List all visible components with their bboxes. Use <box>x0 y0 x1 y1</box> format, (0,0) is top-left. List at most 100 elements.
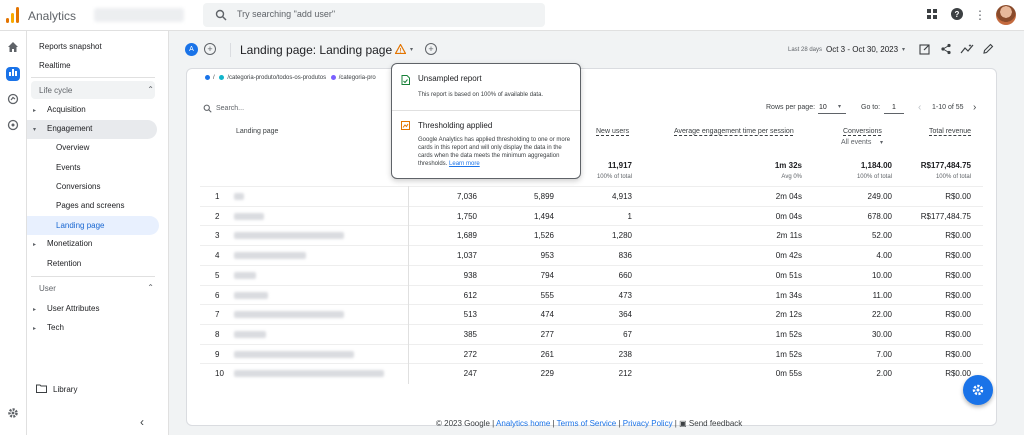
table-row[interactable]: 8 385 277 67 1m 52s 30.00 R$0.00 <box>200 323 983 343</box>
caret-right-icon[interactable]: ▸ <box>33 241 36 248</box>
table-row[interactable]: 2 1,750 1,494 1 0m 04s 678.00 R$177,484.75 <box>200 205 983 225</box>
nav-tech[interactable]: Tech <box>47 323 64 332</box>
conversions-filter[interactable]: All events <box>841 139 871 146</box>
insights-icon[interactable] <box>960 43 974 55</box>
advertising-icon[interactable] <box>6 119 20 133</box>
rows-per-page-select[interactable]: 10 <box>819 104 827 111</box>
conversions-filter-caret-icon[interactable]: ▾ <box>880 139 883 146</box>
legend-item[interactable]: /categoria-produto/todos-os-produtos <box>227 75 326 81</box>
search-input[interactable]: Try searching "add user" <box>203 3 545 27</box>
search-icon <box>215 9 227 21</box>
table-row[interactable]: 7 513 474 364 2m 12s 22.00 R$0.00 <box>200 304 983 323</box>
nav-overview[interactable]: Overview <box>56 143 89 152</box>
app-name: Analytics <box>28 9 77 23</box>
admin-gear-icon[interactable] <box>6 407 20 421</box>
chevron-up-icon[interactable]: ⌃ <box>147 85 154 94</box>
edit-pencil-icon[interactable] <box>982 43 994 55</box>
svg-text:!: ! <box>400 49 402 55</box>
footer-analytics-home[interactable]: Analytics home <box>496 419 550 428</box>
nav-reports-snapshot[interactable]: Reports snapshot <box>39 42 102 51</box>
explore-icon[interactable] <box>6 93 20 107</box>
footer-feedback[interactable]: Send feedback <box>689 419 742 428</box>
footer-privacy[interactable]: Privacy Policy <box>623 419 673 428</box>
cell-metric-b: 555 <box>540 290 554 300</box>
landing-page-cell-redacted[interactable] <box>234 232 344 240</box>
nav-conversions[interactable]: Conversions <box>56 182 100 191</box>
caret-right-icon[interactable]: ▸ <box>33 325 36 332</box>
cell-avg-engagement: 1m 52s <box>775 329 802 339</box>
col-header-revenue[interactable]: Total revenue <box>929 128 971 135</box>
table-row[interactable]: 5 938 794 660 0m 51s 10.00 R$0.00 <box>200 264 983 284</box>
nav-events[interactable]: Events <box>56 163 80 172</box>
landing-page-cell-redacted[interactable] <box>234 271 256 279</box>
row-index: 1 <box>215 192 220 201</box>
nav-landing-page[interactable]: Landing page <box>56 221 105 230</box>
help-icon[interactable]: ? <box>950 8 964 22</box>
nav-realtime[interactable]: Realtime <box>39 61 71 70</box>
footer-terms[interactable]: Terms of Service <box>557 419 617 428</box>
col-header-conversions[interactable]: Conversions <box>843 128 882 135</box>
add-card-icon[interactable]: + <box>425 43 437 55</box>
landing-page-cell-redacted[interactable] <box>234 330 266 338</box>
insights-fab-button[interactable] <box>963 375 993 405</box>
goto-input[interactable]: 1 <box>892 104 896 111</box>
table-row[interactable]: 10 247 229 212 0m 55s 2.00 R$0.00 <box>200 363 983 382</box>
comparison-avatar[interactable]: A <box>185 43 198 56</box>
nav-user-attributes[interactable]: User Attributes <box>47 304 99 313</box>
landing-page-cell-redacted[interactable] <box>234 193 244 200</box>
nav-monetization[interactable]: Monetization <box>47 239 92 248</box>
apps-grid-icon[interactable] <box>925 8 939 22</box>
cell-new-users: 660 <box>618 270 632 280</box>
unsampled-check-icon <box>401 75 410 87</box>
legend-item[interactable]: / <box>213 75 215 81</box>
share-icon[interactable] <box>940 43 952 55</box>
caret-right-icon[interactable]: ▸ <box>33 107 36 114</box>
table-row[interactable]: 3 1,689 1,526 1,280 2m 11s 52.00 R$0.00 <box>200 225 983 244</box>
nav-engagement[interactable]: Engagement <box>47 124 92 133</box>
prev-page-icon[interactable]: ‹ <box>918 102 921 113</box>
col-header-avg-engagement[interactable]: Average engagement time per session <box>674 128 794 135</box>
nav-retention[interactable]: Retention <box>47 259 81 268</box>
nav-library[interactable]: Library <box>53 385 77 394</box>
column-divider <box>408 186 409 384</box>
table-row[interactable]: 1 7,036 5,899 4,913 2m 04s 249.00 R$0.00 <box>200 186 983 205</box>
chevron-up-icon[interactable]: ⌃ <box>147 283 154 292</box>
table-row[interactable]: 9 272 261 238 1m 52s 7.00 R$0.00 <box>200 343 983 363</box>
landing-page-cell-redacted[interactable] <box>234 311 344 319</box>
landing-page-cell-redacted[interactable] <box>234 350 354 358</box>
collapse-chevron-icon[interactable]: ‹ <box>140 415 144 429</box>
cell-avg-engagement: 2m 11s <box>776 231 802 241</box>
landing-page-cell-redacted[interactable] <box>234 291 268 299</box>
user-avatar[interactable] <box>996 5 1016 25</box>
legend-item[interactable]: /categoria-pro <box>339 75 376 81</box>
table-search-input[interactable]: Search... <box>216 105 244 112</box>
home-icon[interactable] <box>6 41 20 55</box>
nav-pages-and-screens[interactable]: Pages and screens <box>56 201 125 210</box>
next-page-icon[interactable]: › <box>973 102 976 113</box>
table-row[interactable]: 6 612 555 473 1m 34s 11.00 R$0.00 <box>200 284 983 304</box>
warning-icon[interactable]: ! <box>394 43 407 56</box>
add-comparison-icon[interactable]: + <box>204 43 216 55</box>
caret-right-icon[interactable]: ▸ <box>33 306 36 313</box>
feedback-icon[interactable]: ▣ <box>679 419 687 428</box>
dropdown-caret-icon[interactable]: ▾ <box>410 46 413 53</box>
table-row[interactable]: 4 1,037 953 836 0m 42s 4.00 R$0.00 <box>200 245 983 264</box>
caret-down-icon[interactable]: ▾ <box>33 126 36 133</box>
rows-dropdown-icon[interactable]: ▾ <box>838 103 841 110</box>
landing-page-cell-redacted[interactable] <box>234 252 306 260</box>
nav-acquisition[interactable]: Acquisition <box>47 105 86 114</box>
reports-icon[interactable] <box>6 67 20 81</box>
col-header-new-users[interactable]: New users <box>596 128 629 135</box>
col-header-landing-page[interactable]: Landing page <box>236 128 278 135</box>
landing-page-cell-redacted[interactable] <box>234 370 384 378</box>
customize-report-icon[interactable] <box>919 43 931 55</box>
learn-more-link[interactable]: Learn more <box>449 161 480 167</box>
date-dropdown-icon[interactable]: ▾ <box>902 46 905 53</box>
cell-metric-a: 1,689 <box>456 231 477 241</box>
legend-dot <box>330 75 336 80</box>
date-range-picker[interactable]: Oct 3 - Oct 30, 2023 <box>826 45 898 54</box>
more-vert-icon[interactable]: ⋮ <box>973 8 987 22</box>
landing-page-cell-redacted[interactable] <box>234 212 264 220</box>
account-selector[interactable] <box>94 8 184 22</box>
analytics-logo-icon[interactable] <box>6 7 20 23</box>
